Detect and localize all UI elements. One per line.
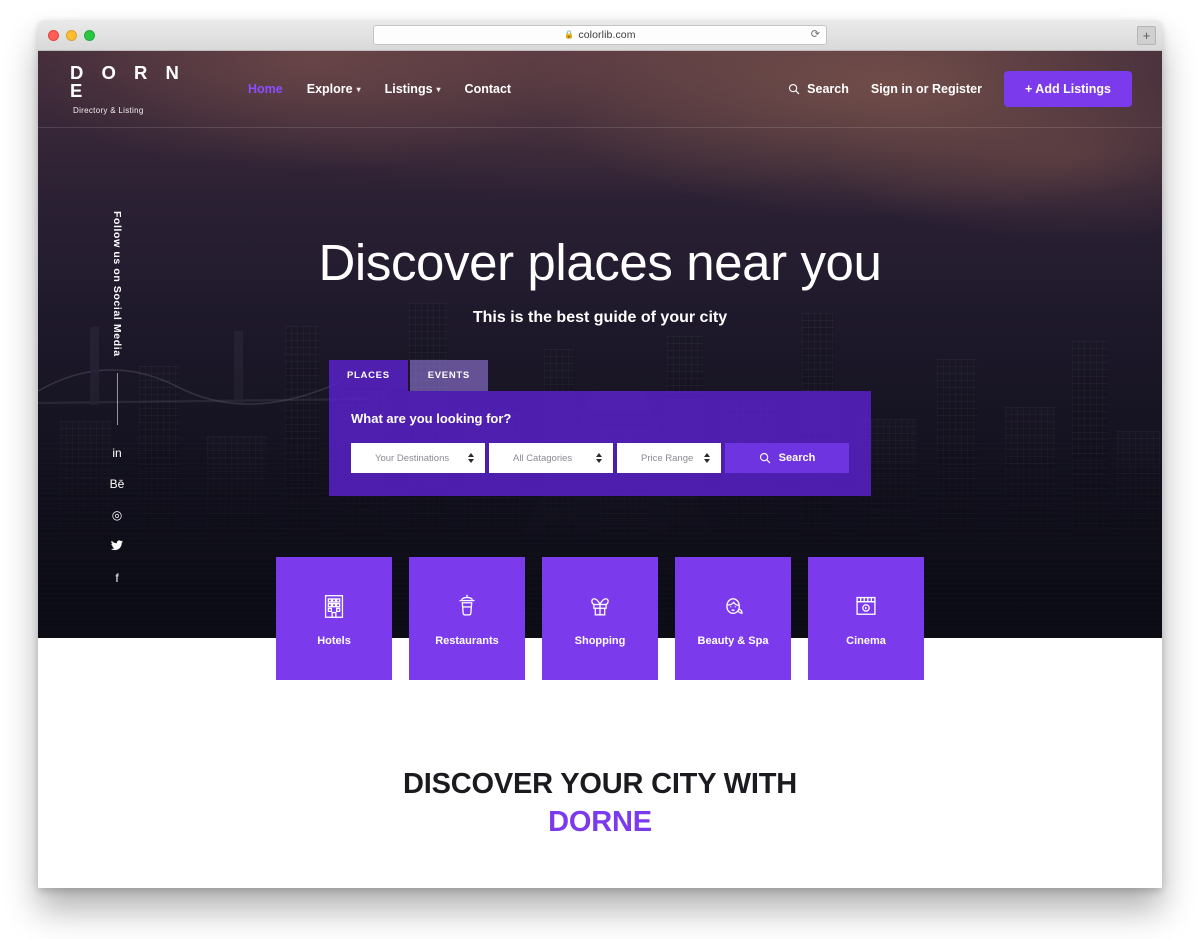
category-card-hotels[interactable]: Hotels — [276, 557, 392, 680]
page-title: Discover places near you — [318, 234, 882, 291]
category-label: Restaurants — [435, 634, 499, 647]
nav-item-home-label: Home — [248, 82, 283, 96]
nav-item-explore-label: Explore — [306, 82, 353, 96]
discover-heading: DISCOVER YOUR CITY WITH DORNE — [38, 766, 1162, 841]
site-logo[interactable]: D O R N E Directory & Listing — [70, 61, 210, 115]
nav-search-label: Search — [807, 82, 849, 96]
select-arrows-icon — [704, 453, 710, 463]
select-arrows-icon — [596, 453, 602, 463]
category-label: Shopping — [574, 634, 626, 647]
dribbble-icon[interactable]: ◎ — [112, 509, 122, 521]
search-submit-button[interactable]: Search — [725, 443, 849, 473]
search-widget-controls: Your Destinations All Catagories Price R… — [351, 443, 849, 473]
category-card-shopping[interactable]: Shopping — [542, 557, 658, 680]
shopping-icon — [591, 597, 609, 615]
cinema-clapperboard-icon — [856, 596, 876, 615]
url-text: colorlib.com — [578, 29, 636, 41]
restaurant-food-icon — [459, 594, 475, 616]
behance-icon[interactable]: Bē — [110, 478, 125, 490]
price-range-select-value: Price Range — [641, 452, 694, 464]
category-label: Cinema — [846, 634, 886, 647]
hero-subtitle: This is the best guide of your city — [472, 309, 728, 327]
nav-item-contact[interactable]: Contact — [465, 82, 512, 96]
address-bar[interactable]: 🔒 colorlib.com ⟳ — [373, 25, 827, 45]
lock-icon: 🔒 — [564, 30, 575, 39]
logo-wordmark: D O R N E — [70, 61, 186, 101]
sign-in-register-link[interactable]: Sign in or Register — [871, 82, 982, 96]
nav-search-trigger[interactable]: Search — [788, 82, 849, 96]
add-listings-button[interactable]: + Add Listings — [1004, 71, 1132, 107]
browser-titlebar: 🔒 colorlib.com ⟳ + — [38, 20, 1162, 51]
logo-tagline: Directory & Listing — [73, 105, 144, 115]
navbar-actions: Search Sign in or Register + Add Listing… — [788, 71, 1132, 107]
hero-dark-overlay — [38, 51, 1162, 638]
hero-section: D O R N E Directory & Listing Home Explo… — [38, 51, 1162, 638]
hero-search-widget: PLACES EVENTS What are you looking for? … — [329, 360, 871, 496]
nav-item-listings[interactable]: Listings ▾ — [385, 82, 441, 96]
nav-item-contact-label: Contact — [464, 82, 512, 96]
social-rail-label: Follow us on Social Media — [111, 211, 123, 357]
hotel-building-icon — [324, 594, 344, 618]
discover-heading-line2: DORNE — [548, 805, 652, 838]
main-navigation-bar: D O R N E Directory & Listing Home Explo… — [38, 51, 1162, 128]
category-select-value: All Catagories — [513, 452, 573, 464]
tab-events[interactable]: EVENTS — [409, 360, 488, 391]
nav-item-explore[interactable]: Explore ▾ — [307, 82, 361, 96]
tab-places[interactable]: PLACES — [329, 360, 408, 391]
category-select[interactable]: All Catagories — [489, 443, 613, 473]
minimize-window-button[interactable] — [66, 30, 77, 41]
search-submit-label: Search — [778, 452, 816, 464]
window-controls — [48, 30, 95, 41]
twitter-bird-icon — [111, 540, 123, 550]
search-widget-question: What are you looking for? — [351, 411, 512, 426]
search-icon — [759, 452, 770, 464]
search-icon — [789, 83, 800, 95]
category-card-restaurants[interactable]: Restaurants — [409, 557, 525, 680]
close-window-button[interactable] — [48, 30, 59, 41]
destination-select[interactable]: Your Destinations — [351, 443, 485, 473]
category-card-cinema[interactable]: Cinema — [808, 557, 924, 680]
chevron-down-icon: ▾ — [356, 84, 361, 94]
search-widget-tabs: PLACES EVENTS — [329, 360, 871, 391]
nav-item-home[interactable]: Home — [248, 82, 283, 96]
category-label: Hotels — [317, 634, 351, 647]
chevron-down-icon: ▾ — [436, 84, 441, 94]
category-label: Beauty & Spa — [697, 634, 769, 647]
reload-icon[interactable]: ⟳ — [811, 29, 820, 41]
price-range-select[interactable]: Price Range — [617, 443, 721, 473]
divider-line — [116, 372, 118, 425]
page-content: D O R N E Directory & Listing Home Explo… — [38, 51, 1162, 888]
select-arrows-icon — [468, 453, 474, 463]
new-tab-button[interactable]: + — [1137, 26, 1156, 45]
hero-copy: Discover places near you This is the bes… — [38, 234, 1162, 327]
twitter-icon[interactable] — [111, 540, 123, 553]
social-media-rail: Follow us on Social Media in Bē ◎ f — [102, 211, 132, 584]
search-widget-body: What are you looking for? Your Destinati… — [329, 391, 871, 496]
maximize-window-button[interactable] — [84, 30, 95, 41]
beauty-spa-icon — [726, 597, 743, 614]
primary-menu: Home Explore ▾ Listings ▾ Contact — [248, 82, 511, 96]
destination-select-value: Your Destinations — [375, 452, 450, 464]
category-card-beauty-spa[interactable]: Beauty & Spa — [675, 557, 791, 680]
linkedin-icon[interactable]: in — [112, 447, 121, 459]
discover-heading-line1: DISCOVER YOUR CITY WITH — [403, 768, 797, 800]
category-cards: Hotels Restaurants Shopping Beauty & Spa… — [38, 557, 1162, 680]
browser-window: 🔒 colorlib.com ⟳ + D O R N E Directory &… — [38, 20, 1162, 888]
nav-item-listings-label: Listings — [384, 82, 433, 96]
